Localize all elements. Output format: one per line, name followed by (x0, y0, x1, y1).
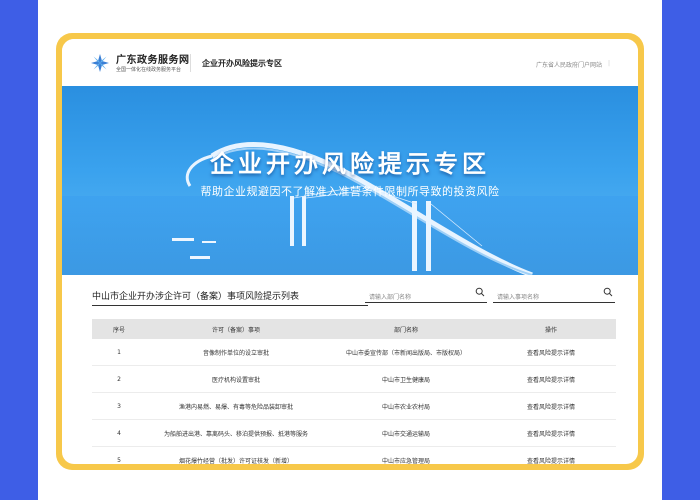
site-header: 广东政务服务网 全国一体化在线政务服务平台 企业开办风险提示专区 广东省人民政府… (62, 39, 638, 87)
banner-title: 企业开办风险提示专区 (210, 150, 490, 178)
risk-table: 序号 许可（备案）事项 部门名称 操作 1 音像制作单位的设立审批 中山市委宣传… (92, 319, 616, 464)
table-header: 序号 许可（备案）事项 部门名称 操作 (92, 319, 616, 339)
portal-link[interactable]: 广东省人民政府门户网站 (536, 60, 602, 69)
view-detail-link[interactable]: 查看风险提示详情 (486, 429, 616, 438)
table-row: 1 音像制作单位的设立审批 中山市委宣传部（市新闻出版局、市版权局） 查看风险提… (92, 339, 616, 366)
table-row: 2 医疗机构设置审批 中山市卫生健康局 查看风险提示详情 (92, 366, 616, 393)
col-header-dept: 部门名称 (393, 326, 418, 334)
item-search-input[interactable] (493, 289, 597, 306)
row-dept: 中山市委宣传部（市新闻出版局、市版权局） (345, 349, 466, 357)
page-title: 企业开办风险提示专区 (202, 59, 282, 68)
row-item: 音像制作单位的设立审批 (202, 349, 269, 357)
item-search-box (493, 284, 615, 306)
row-index: 4 (117, 429, 121, 437)
view-detail-link[interactable]: 查看风险提示详情 (486, 348, 616, 357)
banner-subtitle: 帮助企业规避因不了解准入准营条件限制所导致的投资风险 (200, 185, 500, 198)
right-blue-border (662, 0, 700, 500)
view-detail-link[interactable]: 查看风险提示详情 (486, 375, 616, 384)
dept-search-box (365, 284, 487, 306)
section-underline (92, 305, 368, 306)
header-divider (190, 54, 191, 72)
yellow-frame: 广东政务服务网 全国一体化在线政务服务平台 企业开办风险提示专区 广东省人民政府… (56, 33, 644, 470)
bridge-illustration (62, 142, 638, 275)
left-blue-border (0, 0, 38, 500)
site-name[interactable]: 广东政务服务网 (116, 51, 190, 66)
row-item: 渔港内易燃、易爆、有毒等危险品装卸审批 (178, 403, 293, 411)
gd-logo-icon[interactable] (90, 53, 110, 73)
header-separator: | (607, 60, 610, 67)
table-row: 5 烟花爆竹经营（批发）许可证核发（新增） 中山市应急管理局 查看风险提示详情 (92, 447, 616, 465)
hero-banner: 企业开办风险提示专区 帮助企业规避因不了解准入准营条件限制所导致的投资风险 (62, 86, 638, 275)
row-index: 1 (117, 348, 121, 356)
row-item: 为船舶进出港、靠离码头、移泊提供预报、抵港等服务 (163, 430, 308, 438)
view-detail-link[interactable]: 查看风险提示详情 (486, 402, 616, 411)
row-dept: 中山市农业农村局 (381, 403, 430, 411)
row-item: 烟花爆竹经营（批发）许可证核发（新增） (178, 457, 293, 465)
table-row: 3 渔港内易燃、易爆、有毒等危险品装卸审批 中山市农业农村局 查看风险提示详情 (92, 393, 616, 420)
search-icon[interactable] (475, 287, 485, 297)
dept-search-input[interactable] (365, 289, 469, 306)
col-header-index: 序号 (112, 326, 125, 334)
row-index: 3 (117, 402, 121, 410)
browser-screen: 广东政务服务网 全国一体化在线政务服务平台 企业开办风险提示专区 广东省人民政府… (62, 39, 638, 464)
row-item: 医疗机构设置审批 (211, 376, 260, 384)
row-dept: 中山市交通运输局 (381, 430, 430, 438)
row-dept: 中山市应急管理局 (381, 457, 430, 465)
site-subtitle: 全国一体化在线政务服务平台 (116, 67, 182, 73)
view-detail-link[interactable]: 查看风险提示详情 (486, 456, 616, 465)
table-row: 4 为船舶进出港、靠离码头、移泊提供预报、抵港等服务 中山市交通运输局 查看风险… (92, 420, 616, 447)
col-header-item: 许可（备案）事项 (211, 326, 260, 334)
row-index: 5 (117, 456, 121, 464)
search-icon[interactable] (603, 287, 613, 297)
section-title: 中山市企业开办涉企许可（备案）事项风险提示列表 (92, 292, 300, 302)
col-header-action: 操作 (544, 326, 557, 334)
row-index: 2 (117, 375, 121, 383)
row-dept: 中山市卫生健康局 (381, 376, 430, 384)
